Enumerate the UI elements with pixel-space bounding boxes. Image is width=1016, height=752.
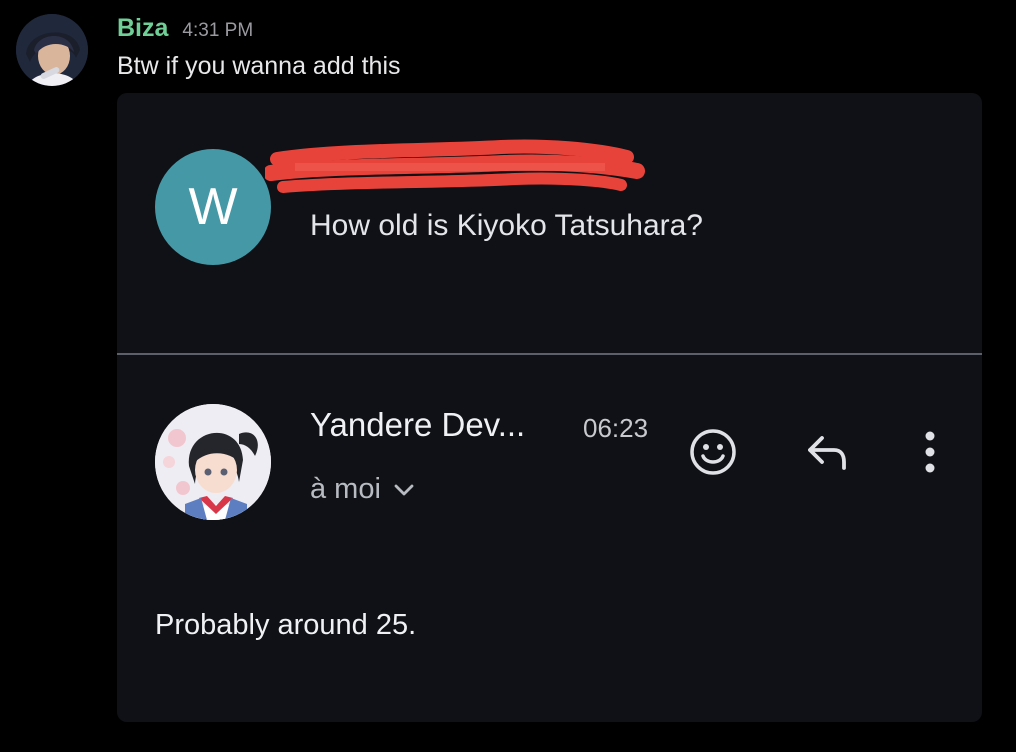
email-body: Probably around 25. — [155, 609, 417, 641]
sender-avatar-image — [155, 404, 271, 520]
email-avatar-letter: W — [155, 149, 271, 265]
emoji-icon — [690, 429, 736, 475]
more-options-button[interactable] — [902, 424, 958, 480]
emoji-reaction-button[interactable] — [685, 424, 741, 480]
more-vert-icon — [925, 431, 935, 473]
user-avatar-image — [16, 14, 88, 86]
message-timestamp: 4:31 PM — [182, 20, 254, 41]
attachment-image[interactable]: W How old is Kiyoko Tatsuhara? Yandere D… — [117, 93, 982, 722]
message-header: Biza 4:31 PM — [117, 14, 253, 48]
author-name[interactable]: Biza — [117, 14, 168, 43]
recipient-label: à moi — [310, 473, 381, 505]
redaction-scribble — [265, 139, 645, 193]
chat-page: Biza 4:31 PM Btw if you wanna add this W… — [0, 0, 1016, 752]
email-subject: How old is Kiyoko Tatsuhara? — [310, 209, 703, 242]
reply-time: 06:23 — [583, 413, 649, 443]
chevron-down-icon — [394, 484, 414, 495]
reply-button[interactable] — [800, 424, 856, 480]
recipient-dropdown[interactable]: à moi — [310, 473, 415, 506]
message-text: Btw if you wanna add this — [117, 52, 401, 80]
sender-avatar — [155, 404, 271, 520]
sender-name: Yandere Dev... — [310, 406, 526, 443]
divider — [117, 353, 982, 355]
reply-icon — [808, 436, 846, 470]
avatar[interactable] — [16, 14, 88, 86]
